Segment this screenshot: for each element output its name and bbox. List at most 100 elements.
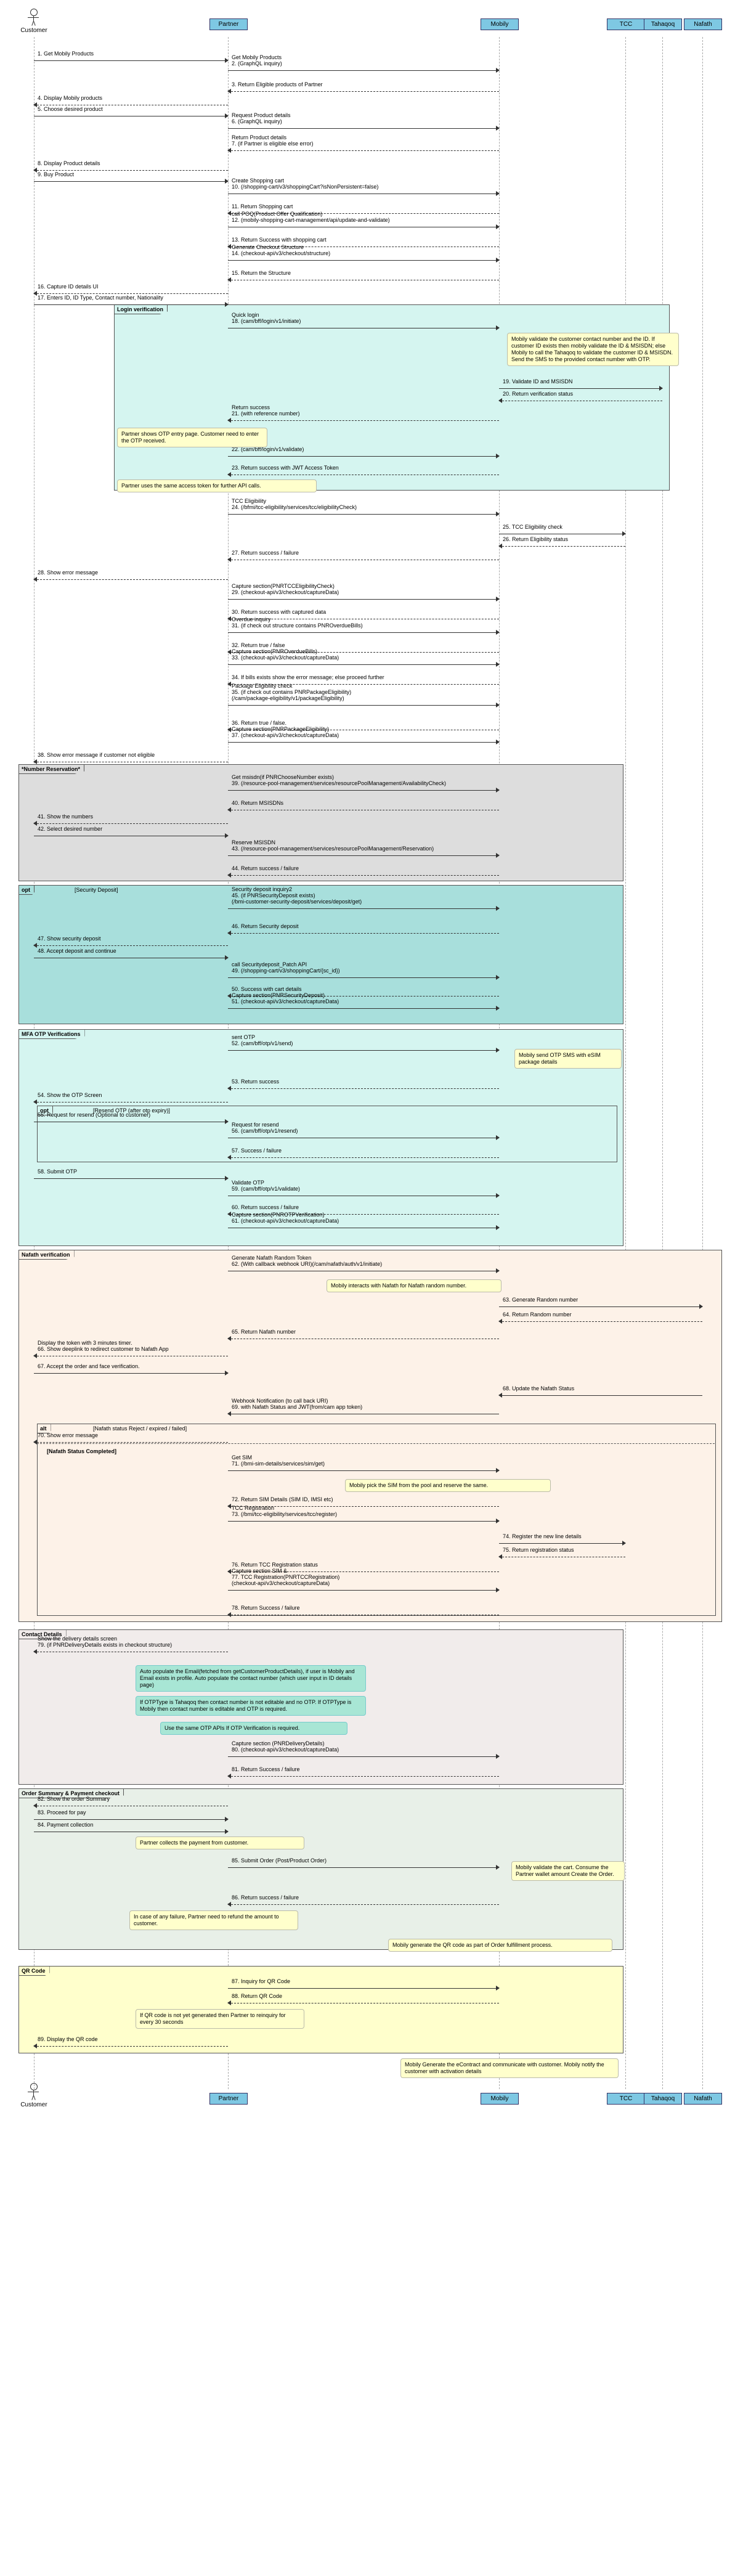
arrow-icon <box>496 1588 500 1592</box>
msg-line <box>228 1590 499 1591</box>
msg-56: Request for resend 56. (cam/bff/otp/v1/r… <box>228 1131 499 1139</box>
msg-label: Capture section(PNRSecurityDeposit) 51. … <box>232 992 339 1005</box>
note-11: Mobily validate the cart. Consume the Pa… <box>511 1861 625 1881</box>
msg-label: 25. TCC Eligibility check <box>503 524 562 530</box>
arrow-icon <box>496 1865 500 1870</box>
arrow-icon <box>659 386 663 391</box>
msg-label: 36. Return true / false. <box>232 720 286 726</box>
msg-line <box>34 60 228 61</box>
msg-48: 48. Accept deposit and continue <box>34 952 228 959</box>
arrow-icon <box>496 740 500 744</box>
arrow-icon <box>33 1099 37 1104</box>
arrow-icon <box>225 833 229 838</box>
msg-label: 70. Show error message <box>38 1432 98 1438</box>
note-12: In case of any failure, Partner need to … <box>129 1910 298 1930</box>
arrow-icon <box>225 58 229 63</box>
arrow-icon <box>622 531 626 536</box>
msg-label: 72. Return SIM Details (SIM ID, IMSI etc… <box>232 1496 333 1502</box>
arrow-icon <box>225 179 229 184</box>
actor-customer: Customer <box>15 9 52 34</box>
msg-label: Quick login 18. (cam/bff/login/v1/initia… <box>232 312 301 324</box>
participant-mobily: Mobily <box>481 2093 519 2105</box>
arrow-icon <box>33 821 37 826</box>
msg-86: 86. Return success / failure <box>228 1898 499 1906</box>
frame-guard: [Security Deposit] <box>75 887 118 893</box>
msg-label: Generate Nafath Random Token 62. (With c… <box>232 1255 382 1267</box>
msg-20: 20. Return verification status <box>499 394 662 402</box>
participant-tahaqoq: Tahaqoq <box>644 18 682 30</box>
msg-label: 16. Capture ID details UI <box>38 283 99 290</box>
msg-83: 83. Proceed for pay <box>34 1813 228 1820</box>
arrow-icon <box>33 168 37 173</box>
msg-line <box>228 1904 499 1905</box>
note-9: Use the same OTP APIs If OTP Verificatio… <box>160 1722 347 1735</box>
arrow-icon <box>498 1319 502 1324</box>
msg-label: 60. Return success / failure <box>232 1204 299 1210</box>
msg-label: 83. Proceed for pay <box>38 1809 86 1816</box>
msg-23: 23. Return success with JWT Access Token <box>228 468 499 476</box>
msg-label: 57. Success / failure <box>232 1147 282 1154</box>
msg-label: Capture section (PNRDeliveryDetails) 80.… <box>232 1740 339 1753</box>
arrow-icon <box>227 1504 231 1509</box>
msg-line <box>228 1988 499 1989</box>
frame-tag: *Number Reservation* <box>19 765 84 774</box>
msg-label: Validate OTP 59. (cam/bff/otp/v1/validat… <box>232 1180 300 1192</box>
arrow-icon <box>225 1371 229 1376</box>
msg-line <box>34 945 228 946</box>
msg-label: 53. Return success <box>232 1078 279 1085</box>
msg-74: 74. Register the new line details <box>499 1537 625 1544</box>
msg-12: call POQ(Product Offer Qualification) 12… <box>228 221 499 228</box>
msg-label: 78. Return Success / failure <box>232 1605 300 1611</box>
msg-6: Request Product details 6. (GraphQL inqu… <box>228 122 499 129</box>
msg-79: Show the delivery details screen 79. (if… <box>34 1645 228 1653</box>
note-3: Mobily send OTP SMS with eSIM package de… <box>514 1049 622 1069</box>
msg-4: 4. Display Mobily products <box>34 99 228 106</box>
arrow-icon <box>496 703 500 707</box>
arrow-icon <box>225 302 229 307</box>
arrow-icon <box>227 1902 231 1907</box>
arrow-icon <box>699 1304 703 1309</box>
actor-customer: Customer <box>15 2083 52 2108</box>
arrow-icon <box>622 1541 626 1546</box>
note-0: Mobily validate the customer contact num… <box>507 333 679 366</box>
arrow-icon <box>496 191 500 196</box>
msg-label: Create Shopping cart 10. (/shopping-cart… <box>232 177 378 190</box>
msg-label: 50. Success with cart details <box>232 986 302 992</box>
msg-35: Package Eligibility check 35. (if check … <box>228 699 499 706</box>
msg-85: 85. Submit Order (Post/Product Order) <box>228 1861 499 1869</box>
msg-line <box>34 1373 228 1374</box>
msg-65: 65. Return Nafath number <box>228 1332 499 1340</box>
arrow-icon <box>33 2044 37 2048</box>
note-8: If OTPType is Tahaqoq then contact numbe… <box>136 1696 366 1716</box>
arrow-icon <box>33 759 37 764</box>
note-7: Auto populate the Email(fetched from get… <box>136 1665 366 1692</box>
msg-label: Capture section(PNROTPVerification) 61. … <box>232 1212 339 1224</box>
arrow-icon <box>496 1754 500 1759</box>
msg-line <box>499 546 625 547</box>
msg-3: 3. Return Eligible products of Partner <box>228 85 499 92</box>
msg-label: Return success 21. (with reference numbe… <box>232 404 300 417</box>
msg-label: 5. Choose desired product <box>38 106 103 112</box>
msg-label: Webhook Notification (to call back URI) … <box>232 1398 362 1410</box>
msg-87: 87. Inquiry for QR Code <box>228 1982 499 1989</box>
msg-label: 44. Return success / failure <box>232 865 299 871</box>
msg-10: Create Shopping cart 10. (/shopping-cart… <box>228 187 499 195</box>
msg-label: 55. Request for resend (Optional to cust… <box>38 1112 150 1118</box>
msg-label: Overdue inquiry 31. (if check out struct… <box>232 616 363 629</box>
msg-label: 67. Accept the order and face verificati… <box>38 1363 140 1369</box>
arrow-icon <box>498 1393 502 1398</box>
note-14: If QR code is not yet generated then Par… <box>136 2009 304 2029</box>
arrow-icon <box>496 788 500 793</box>
note-4: Mobily interacts with Nafath for Nafath … <box>327 1279 501 1292</box>
arrow-icon <box>227 211 231 216</box>
arrow-icon <box>496 258 500 263</box>
arrow-icon <box>227 1336 231 1341</box>
note-6: Mobily pick the SIM from the pool and re… <box>345 1479 551 1492</box>
msg-line <box>228 91 499 92</box>
msg-label: Capture section(PNROverdueBills) 33. (ch… <box>232 648 339 661</box>
msg-69: Webhook Notification (to call back URI) … <box>228 1408 499 1415</box>
msg-label: 17. Enters ID, ID Type, Contact number, … <box>38 295 163 301</box>
arrow-icon <box>227 244 231 249</box>
msg-label: 38. Show error message if customer not e… <box>38 752 155 758</box>
msg-61: Capture section(PNROTPVerification) 61. … <box>228 1221 499 1229</box>
